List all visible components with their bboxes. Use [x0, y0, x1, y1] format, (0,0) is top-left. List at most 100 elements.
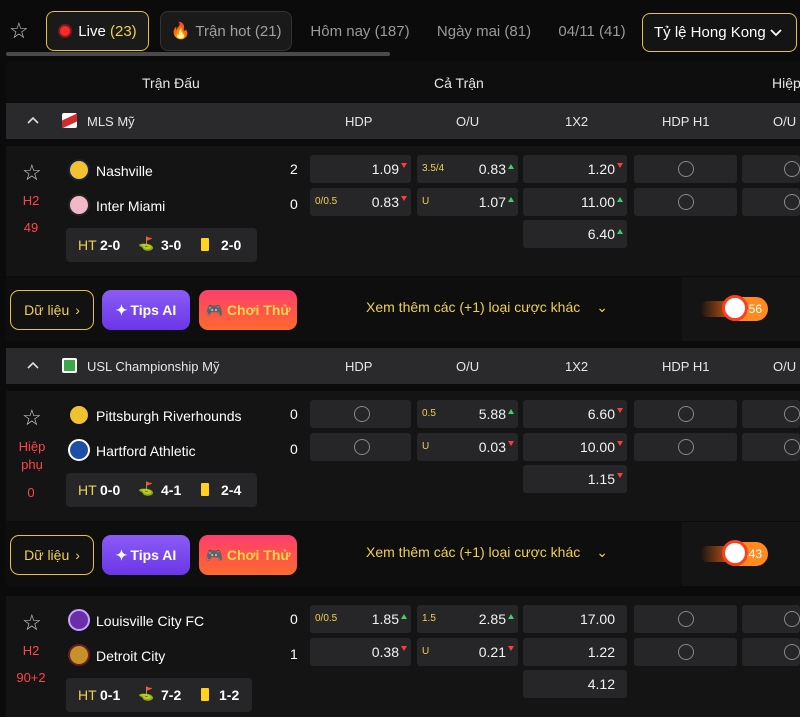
odds-cell[interactable]: 0.38: [310, 638, 411, 666]
ou-line: U: [422, 646, 430, 657]
more-bets-label: Xem thêm các (+1) loại cược khác: [366, 299, 581, 315]
away-team[interactable]: Hartford Athletic: [96, 443, 196, 459]
odds-cell-locked[interactable]: [634, 605, 737, 633]
odds-cell[interactable]: 3.5/4 0.83: [417, 155, 518, 183]
odds-cell[interactable]: 10.00: [523, 433, 627, 461]
home-score: 2: [290, 161, 298, 177]
tab-scrollbar[interactable]: [6, 52, 390, 56]
chevron-right-icon: ›: [75, 547, 80, 563]
tab-hot[interactable]: 🔥 Trận hot (21): [160, 11, 292, 51]
away-score: 1: [290, 646, 298, 662]
arrow-down-icon: [401, 646, 407, 651]
arrow-down-icon: [401, 163, 407, 168]
odds-value: 17.00: [579, 611, 615, 627]
odds-cell-locked[interactable]: [634, 400, 737, 428]
odds-cell[interactable]: 1.22: [523, 638, 627, 666]
fire-counter[interactable]: 2643: [682, 522, 800, 586]
odds-cell[interactable]: 0/0.5 1.85: [310, 605, 411, 633]
league-header[interactable]: USL Championship Mỹ HDP O/U 1X2 HDP H1 O…: [6, 348, 800, 384]
odds-cell-locked[interactable]: [310, 433, 411, 461]
odds-cell[interactable]: 6.60: [523, 400, 627, 428]
odds-cell-locked[interactable]: [742, 400, 800, 428]
ht-score: 2-0: [100, 237, 121, 253]
match-row: ☆ H2 49 Nashville 2 Inter Miami 0 HT 2-0…: [6, 146, 800, 276]
home-team[interactable]: Louisville City FC: [96, 613, 204, 629]
data-button[interactable]: Dữ liệu ›: [10, 290, 94, 330]
home-team[interactable]: Nashville: [96, 163, 153, 179]
odds-cell[interactable]: 0.5 5.88: [417, 400, 518, 428]
data-button-label: Dữ liệu: [24, 302, 70, 318]
odds-cell-locked[interactable]: [634, 433, 737, 461]
odds-cell-locked[interactable]: [742, 605, 800, 633]
odds-cell-locked[interactable]: [742, 155, 800, 183]
fire-counter[interactable]: 2856: [682, 277, 800, 341]
odds-cell-locked[interactable]: [634, 188, 737, 216]
favorite-star-icon[interactable]: ☆: [22, 407, 42, 429]
odds-cell[interactable]: U 1.07: [417, 188, 518, 216]
tips-ai-button[interactable]: ✦ Tips AI: [102, 290, 190, 330]
away-team[interactable]: Detroit City: [96, 648, 165, 664]
more-bets-link[interactable]: Xem thêm các (+1) loại cược khác ⌄: [366, 544, 608, 561]
arrow-up-icon: [508, 164, 514, 169]
arrow-down-icon: [401, 196, 407, 201]
ou-line: 0.5: [422, 408, 436, 419]
play-button[interactable]: 🎮 Chơi Thử: [199, 535, 297, 575]
league-header[interactable]: MLS Mỹ HDP O/U 1X2 HDP H1 O/U: [6, 103, 800, 139]
data-button[interactable]: Dữ liệu ›: [10, 535, 94, 575]
yellow-card-icon: [201, 238, 209, 251]
arrow-up-icon: [617, 197, 623, 202]
odds-cell-locked[interactable]: [634, 155, 737, 183]
tips-ai-button[interactable]: ✦ Tips AI: [102, 535, 190, 575]
odds-cell-locked[interactable]: [742, 638, 800, 666]
odds-value: 5.88: [478, 406, 506, 422]
tab-date[interactable]: 04/11 (41): [553, 11, 631, 51]
loading-icon: [678, 161, 694, 177]
loading-icon: [354, 439, 370, 455]
more-bets-link[interactable]: Xem thêm các (+1) loại cược khác ⌄: [366, 299, 608, 316]
odds-cell-locked[interactable]: [742, 188, 800, 216]
away-score: 0: [290, 196, 298, 212]
tab-tomorrow[interactable]: Ngày mai (81): [431, 11, 537, 51]
tab-today[interactable]: Hôm nay (187): [305, 11, 415, 51]
play-button[interactable]: 🎮 Chơi Thử: [199, 290, 297, 330]
odds-cell[interactable]: 1.20: [523, 155, 627, 183]
odds-value: 1.07: [478, 194, 506, 210]
loading-icon: [784, 406, 800, 422]
odds-cell[interactable]: 4.12: [523, 670, 627, 698]
odds-cell-locked[interactable]: [634, 638, 737, 666]
odds-cell[interactable]: 11.00: [523, 188, 627, 216]
odds-cell[interactable]: U 0.03: [417, 433, 518, 461]
mh-ou-h1: O/U: [773, 359, 797, 374]
loading-icon: [678, 644, 694, 660]
away-team[interactable]: Inter Miami: [96, 198, 165, 214]
yellow-card-icon: [201, 483, 209, 496]
odds-value: 0.83: [371, 194, 399, 210]
mh-ou-h1: O/U: [773, 114, 797, 129]
odds-cell[interactable]: 1.15: [523, 465, 627, 493]
chevron-up-icon[interactable]: [27, 116, 39, 124]
odds-cell[interactable]: 1.5 2.85: [417, 605, 518, 633]
odds-cell-locked[interactable]: [310, 400, 411, 428]
mls-logo-icon: [62, 113, 77, 129]
home-team[interactable]: Pittsburgh Riverhounds: [96, 408, 242, 424]
odds-cell-locked[interactable]: [742, 433, 800, 461]
arrow-up-icon: [508, 409, 514, 414]
arrow-up-icon: [617, 229, 623, 234]
favorite-star-icon[interactable]: ☆: [22, 162, 42, 184]
tab-live[interactable]: Live (23): [46, 11, 149, 51]
chevron-up-icon[interactable]: [27, 361, 39, 369]
odds-value: 1.85: [371, 611, 399, 627]
ht-label: HT: [78, 482, 97, 498]
odds-cell[interactable]: 0/0.5 0.83: [310, 188, 411, 216]
odds-cell[interactable]: 6.40: [523, 220, 627, 248]
loading-icon: [784, 194, 800, 210]
odds-cell[interactable]: 1.09: [310, 155, 411, 183]
ht-score: 0-0: [100, 482, 121, 498]
favorites-star-icon[interactable]: ☆: [9, 20, 29, 42]
favorite-star-icon[interactable]: ☆: [22, 612, 42, 634]
odds-cell[interactable]: U 0.21: [417, 638, 518, 666]
handicap-line: 0/0.5: [315, 613, 338, 624]
odds-format-select[interactable]: Tỷ lệ Hong Kong: [642, 13, 797, 52]
odds-cell[interactable]: 17.00: [523, 605, 627, 633]
odds-value: 1.20: [587, 161, 615, 177]
